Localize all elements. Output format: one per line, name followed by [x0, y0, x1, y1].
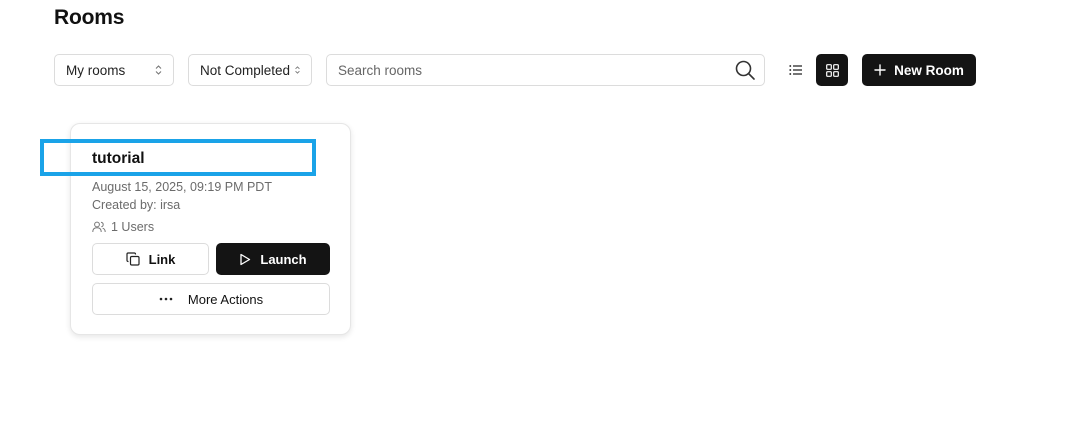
- room-users: 1 Users: [92, 220, 154, 234]
- launch-button[interactable]: Launch: [216, 243, 330, 275]
- copy-link-button[interactable]: Link: [92, 243, 209, 275]
- list-view-button[interactable]: [780, 54, 812, 86]
- grid-view-button[interactable]: [816, 54, 848, 86]
- launch-label: Launch: [260, 251, 307, 267]
- room-date: August 15, 2025, 09:19 PM PDT: [92, 180, 272, 194]
- more-actions-button[interactable]: More Actions: [92, 283, 330, 315]
- ownership-filter-value: My rooms: [66, 62, 126, 78]
- rooms-page: Rooms My rooms Not Completed Search room…: [0, 0, 1072, 436]
- new-room-button[interactable]: New Room: [862, 54, 976, 86]
- status-filter-select[interactable]: Not Completed: [188, 54, 312, 86]
- link-label: Link: [148, 251, 176, 267]
- list-icon: [789, 65, 802, 75]
- copy-icon: [126, 252, 140, 266]
- ownership-filter-select[interactable]: My rooms: [54, 54, 174, 86]
- search-box: [326, 54, 765, 86]
- search-icon[interactable]: [734, 59, 756, 81]
- play-icon: [240, 253, 251, 265]
- room-users-count: 1 Users: [111, 220, 155, 234]
- grid-icon: [825, 63, 839, 77]
- room-card: tutorial August 15, 2025, 09:19 PM PDT C…: [70, 123, 351, 335]
- room-creator: Created by: irsa: [92, 198, 181, 212]
- more-actions-label: More Actions: [187, 291, 264, 307]
- room-title[interactable]: tutorial: [92, 150, 145, 168]
- chevron-up-down-icon: [295, 66, 300, 74]
- chevron-up-down-icon: [155, 65, 162, 75]
- search-input[interactable]: [338, 62, 734, 78]
- plus-icon: [874, 64, 886, 76]
- page-title: Rooms: [54, 6, 125, 29]
- users-icon: [92, 221, 106, 233]
- more-horizontal-icon: [159, 297, 173, 301]
- status-filter-value: Not Completed: [200, 62, 291, 78]
- new-room-label: New Room: [894, 62, 964, 78]
